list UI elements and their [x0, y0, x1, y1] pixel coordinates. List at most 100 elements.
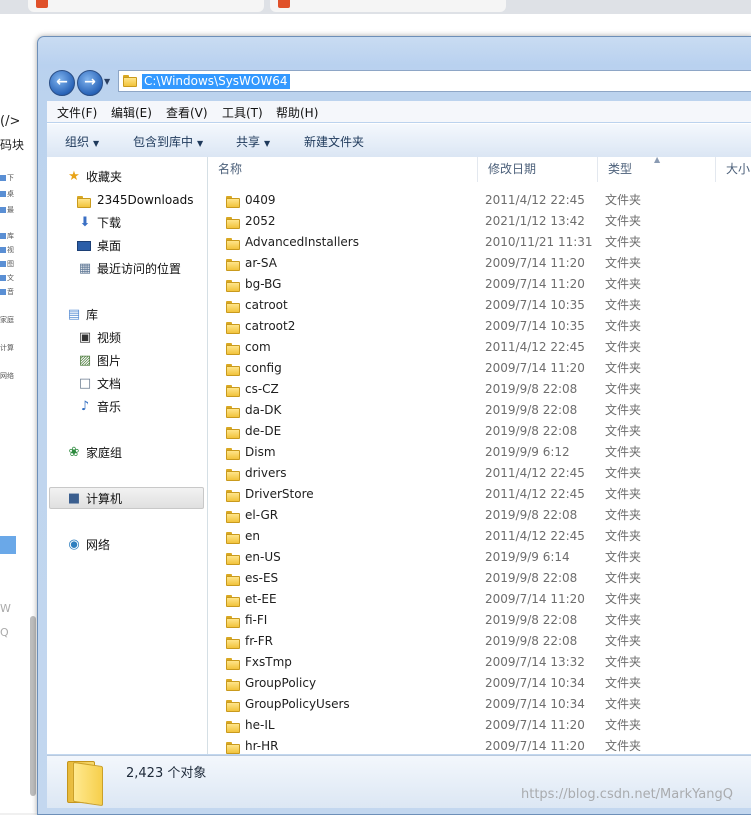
file-name: es-ES [245, 571, 279, 585]
background-scrollbar[interactable] [30, 616, 36, 796]
column-header-size[interactable]: 大小 [716, 157, 751, 182]
menu-file[interactable]: 文件(F) [57, 104, 97, 121]
background-mini-item: 桌 [0, 190, 20, 199]
new-folder-button[interactable]: 新建文件夹 [304, 133, 364, 150]
file-row[interactable]: fi-FI 2019/9/8 22:08 文件夹 [208, 610, 751, 631]
background-editor-panel: (/> 码块 下 桌 最 库 视 图 文 音 家庭 计算 网络 W Q [0, 56, 41, 813]
file-row[interactable]: Dism 2019/9/9 6:12 文件夹 [208, 442, 751, 463]
file-row[interactable]: et-EE 2009/7/14 11:20 文件夹 [208, 589, 751, 610]
homegroup-icon: ❀ [68, 445, 80, 460]
file-name: DriverStore [245, 487, 314, 501]
file-row[interactable]: DriverStore 2011/4/12 22:45 文件夹 [208, 484, 751, 505]
file-row[interactable]: GroupPolicyUsers 2009/7/14 10:34 文件夹 [208, 694, 751, 715]
file-row[interactable]: AdvancedInstallers 2010/11/21 11:31 文件夹 [208, 232, 751, 253]
file-row[interactable]: fr-FR 2019/9/8 22:08 文件夹 [208, 631, 751, 652]
menu-view[interactable]: 查看(V) [166, 104, 208, 121]
mini-icon [0, 247, 6, 253]
file-list: 名称 修改日期 类型 ▲ 大小 0409 2011/4/12 22:45 文件夹 20… [208, 157, 751, 754]
document-icon: □ [78, 376, 92, 391]
file-modified-date: 2009/7/14 11:20 [485, 256, 585, 270]
menu-edit[interactable]: 编辑(E) [111, 104, 152, 121]
organize-button[interactable]: 组织 ▼ [65, 133, 99, 150]
file-name: Dism [245, 445, 276, 459]
file-row[interactable]: FxsTmp 2009/7/14 13:32 文件夹 [208, 652, 751, 673]
file-row[interactable]: hr-HR 2009/7/14 11:20 文件夹 [208, 736, 751, 754]
file-row[interactable]: com 2011/4/12 22:45 文件夹 [208, 337, 751, 358]
menu-help[interactable]: 帮助(H) [276, 104, 318, 121]
file-type: 文件夹 [605, 508, 642, 522]
file-name: catroot2 [245, 319, 296, 333]
file-modified-date: 2009/7/14 10:35 [485, 319, 585, 333]
background-mini-item: 图 [0, 260, 20, 269]
menu-tools[interactable]: 工具(T) [222, 104, 263, 121]
file-name: fi-FI [245, 613, 268, 627]
background-mini-item: 最 [0, 206, 20, 215]
file-row[interactable]: 2052 2021/1/12 13:42 文件夹 [208, 211, 751, 232]
file-row[interactable]: 0409 2011/4/12 22:45 文件夹 [208, 190, 751, 211]
nav-label: 家庭组 [86, 446, 123, 460]
forward-button[interactable]: → [77, 70, 103, 96]
file-row[interactable]: bg-BG 2009/7/14 11:20 文件夹 [208, 274, 751, 295]
file-type: 文件夹 [605, 676, 642, 690]
file-modified-date: 2019/9/8 22:08 [485, 382, 578, 396]
file-type: 文件夹 [605, 403, 642, 417]
include-in-library-button[interactable]: 包含到库中 ▼ [133, 133, 203, 150]
file-type: 文件夹 [605, 739, 642, 753]
file-row[interactable]: config 2009/7/14 11:20 文件夹 [208, 358, 751, 379]
file-row[interactable]: el-GR 2019/9/8 22:08 文件夹 [208, 505, 751, 526]
file-row[interactable]: he-IL 2009/7/14 11:20 文件夹 [208, 715, 751, 736]
file-name: da-DK [245, 403, 282, 417]
file-modified-date: 2011/4/12 22:45 [485, 193, 585, 207]
file-row[interactable]: da-DK 2019/9/8 22:08 文件夹 [208, 400, 751, 421]
file-type: 文件夹 [605, 697, 642, 711]
address-bar[interactable]: C:\Windows\SysWOW64 [118, 70, 751, 92]
background-letter: W [0, 602, 11, 615]
file-row[interactable]: de-DE 2019/9/8 22:08 文件夹 [208, 421, 751, 442]
file-row[interactable]: GroupPolicy 2009/7/14 10:34 文件夹 [208, 673, 751, 694]
share-button[interactable]: 共享 ▼ [236, 133, 270, 150]
computer-icon: ■ [67, 491, 81, 506]
file-name: 0409 [245, 193, 276, 207]
file-row[interactable]: es-ES 2019/9/8 22:08 文件夹 [208, 568, 751, 589]
mini-icon [0, 261, 6, 267]
recent-pages-dropdown[interactable]: ▼ [104, 77, 114, 87]
file-type: 文件夹 [605, 529, 642, 543]
file-modified-date: 2021/1/12 13:42 [485, 214, 585, 228]
menu-bar: 文件(F) 编辑(E) 查看(V) 工具(T) 帮助(H) [47, 101, 751, 122]
recent-places-icon: ▦ [78, 261, 92, 276]
mini-icon [0, 289, 6, 295]
back-button[interactable]: ← [49, 70, 75, 96]
file-row[interactable]: en 2011/4/12 22:45 文件夹 [208, 526, 751, 547]
nav-label: 收藏夹 [86, 170, 123, 184]
background-mini-item: 网络 [0, 372, 20, 381]
file-name: fr-FR [245, 634, 273, 648]
file-name: 2052 [245, 214, 276, 228]
file-modified-date: 2011/4/12 22:45 [485, 487, 585, 501]
file-row[interactable]: ar-SA 2009/7/14 11:20 文件夹 [208, 253, 751, 274]
background-tab[interactable] [270, 0, 506, 12]
background-mini-item: 音 [0, 288, 20, 297]
file-type: 文件夹 [605, 424, 642, 438]
file-row[interactable]: catroot2 2009/7/14 10:35 文件夹 [208, 316, 751, 337]
file-name: catroot [245, 298, 288, 312]
file-row[interactable]: drivers 2011/4/12 22:45 文件夹 [208, 463, 751, 484]
mini-label: 库 [7, 232, 14, 240]
file-row[interactable]: catroot 2009/7/14 10:35 文件夹 [208, 295, 751, 316]
background-browser-tabbar [0, 0, 751, 14]
column-header-modified[interactable]: 修改日期 [478, 157, 598, 182]
mini-label: 文 [7, 274, 14, 282]
background-tab[interactable] [28, 0, 264, 12]
file-type: 文件夹 [605, 613, 642, 627]
file-modified-date: 2011/4/12 22:45 [485, 529, 585, 543]
tab-favicon [36, 0, 48, 8]
include-in-library-label: 包含到库中 [133, 135, 194, 149]
column-header-name[interactable]: 名称 [208, 157, 478, 182]
file-name: cs-CZ [245, 382, 279, 396]
mini-icon [0, 207, 6, 213]
file-row[interactable]: cs-CZ 2019/9/8 22:08 文件夹 [208, 379, 751, 400]
file-row[interactable]: en-US 2019/9/9 6:14 文件夹 [208, 547, 751, 568]
chevron-down-icon: ▼ [93, 139, 100, 148]
nav-label: 下载 [97, 216, 122, 230]
address-path[interactable]: C:\Windows\SysWOW64 [142, 74, 290, 89]
file-name: bg-BG [245, 277, 282, 291]
